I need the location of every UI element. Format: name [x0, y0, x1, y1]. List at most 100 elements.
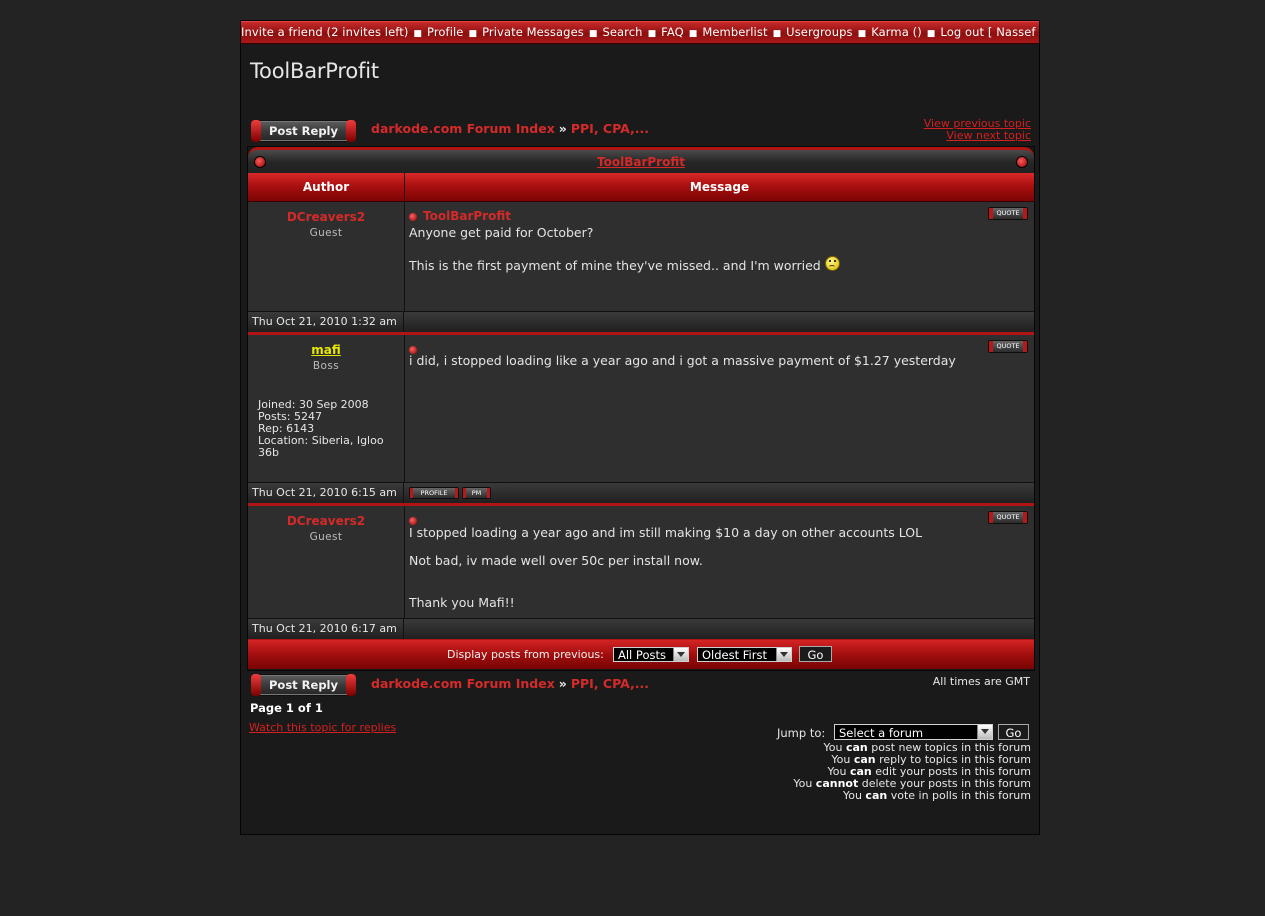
author-rank: Guest: [309, 531, 343, 543]
profile-button[interactable]: PROFILE: [409, 487, 459, 499]
breadcrumb-separator: »: [558, 121, 567, 136]
quote-button[interactable]: QUOTE: [988, 511, 1028, 524]
nav-separator: ■: [647, 29, 657, 39]
nav-faq-link[interactable]: FAQ: [661, 25, 684, 39]
post-date: Thu Oct 21, 2010 1:32 am: [248, 312, 404, 332]
post-footer: Thu Oct 21, 2010 1:32 am: [248, 311, 1034, 335]
chevron-down-icon: [673, 648, 688, 661]
post-reply-button-bottom[interactable]: Post Reply: [251, 674, 356, 696]
table-topic-title-link[interactable]: ToolBarProfit: [248, 155, 1034, 169]
nav-separator: ■: [857, 29, 867, 39]
sad-smiley-icon: [824, 256, 840, 271]
nav-private-messages-link[interactable]: Private Messages: [482, 25, 584, 39]
author-rank: Boss: [312, 360, 340, 372]
quote-button[interactable]: QUOTE: [988, 207, 1028, 220]
post-body: I stopped loading a year ago and im stil…: [409, 526, 922, 610]
post-subject: ToolBarProfit: [409, 209, 511, 223]
pm-button[interactable]: PM: [462, 487, 491, 499]
breadcrumb-forum-index-link[interactable]: darkode.com Forum Index: [371, 121, 555, 136]
nav-separator: ■: [688, 29, 698, 39]
chevron-down-icon: [977, 725, 992, 739]
post-body: Anyone get paid for October? This is the…: [409, 226, 840, 273]
author-column-header: Author: [248, 173, 405, 202]
breadcrumb-category-link[interactable]: PPI, CPA,...: [571, 121, 649, 136]
nav-usergroups-link[interactable]: Usergroups: [786, 25, 852, 39]
breadcrumb-bottom: darkode.com Forum Index» PPI, CPA,...: [371, 676, 649, 691]
jump-forum-value: Select a forum: [839, 726, 924, 740]
nav-separator: ■: [468, 29, 478, 39]
message-cell: ToolBarProfit QUOTE Anyone get paid for …: [405, 202, 1034, 311]
post-reply-button[interactable]: Post Reply: [251, 120, 356, 142]
nav-separator: ■: [772, 29, 782, 39]
watch-topic-link[interactable]: Watch this topic for replies: [249, 721, 396, 734]
author-cell: mafi Boss Joined: 30 Sep 2008 Posts: 524…: [248, 335, 405, 482]
message-cell: QUOTE i did, i stopped loading like a ye…: [405, 335, 1034, 482]
display-label: Display posts from previous:: [447, 648, 604, 661]
nav-invite-link[interactable]: Invite a friend (2 invites left): [241, 25, 408, 39]
post-date: Thu Oct 21, 2010 6:17 am: [248, 619, 404, 639]
jump-to-label: Jump to:: [777, 726, 826, 740]
author-name-link[interactable]: mafi: [248, 343, 404, 357]
breadcrumb: darkode.com Forum Index» PPI, CPA,...: [371, 121, 649, 136]
author-cell: DCreavers2 Guest: [248, 506, 405, 618]
forum-permissions: You can post new topics in this forum Yo…: [793, 742, 1031, 802]
post-body: i did, i stopped loading like a year ago…: [409, 354, 956, 368]
post-row: DCreavers2 Guest QUOTE I stopped loading…: [248, 506, 1034, 618]
sort-order-select[interactable]: Oldest First: [697, 647, 792, 662]
posts-table: ToolBarProfit Author Message DCreavers2 …: [247, 146, 1035, 671]
post-text: This is the first payment of mine they'v…: [409, 258, 821, 273]
jump-go-button[interactable]: Go: [998, 724, 1029, 740]
post-footer: Thu Oct 21, 2010 6:15 am PROFILE PM: [248, 482, 1034, 506]
post-text: i did, i stopped loading like a year ago…: [409, 353, 956, 368]
nav-search-link[interactable]: Search: [602, 25, 642, 39]
nav-separator: ■: [926, 29, 936, 39]
topic-navigation: View previous topic View next topic: [924, 118, 1031, 142]
table-header: ToolBarProfit: [248, 147, 1034, 176]
permission-line: You can vote in polls in this forum: [793, 790, 1031, 802]
top-navigation: Invite a friend (2 invites left) ■ Profile…: [241, 21, 1039, 44]
author-name-link[interactable]: DCreavers2: [248, 514, 404, 528]
author-cell: DCreavers2 Guest: [248, 202, 405, 311]
author-location: Location: Siberia, Igloo 36b: [258, 434, 384, 459]
permission-text: vote in polls in this forum: [887, 789, 1031, 802]
sort-order-value: Oldest First: [702, 648, 767, 662]
author-rank: Guest: [309, 227, 343, 239]
timezone-note: All times are GMT: [932, 675, 1030, 688]
nav-memberlist-link[interactable]: Memberlist: [702, 25, 767, 39]
permission-text: You: [842, 789, 866, 802]
display-options-bar: Display posts from previous: All Posts O…: [248, 640, 1034, 669]
message-cell: QUOTE I stopped loading a year ago and i…: [405, 506, 1034, 618]
permission-flag: can: [865, 789, 888, 802]
post-subject-text: ToolBarProfit: [423, 209, 511, 223]
nav-separator: ■: [588, 29, 598, 39]
nav-profile-link[interactable]: Profile: [427, 25, 463, 39]
breadcrumb-separator: »: [558, 676, 567, 691]
nav-separator: ■: [413, 29, 423, 39]
post-text: Not bad, iv made well over 50c per insta…: [409, 553, 703, 568]
post-row: mafi Boss Joined: 30 Sep 2008 Posts: 524…: [248, 335, 1034, 482]
post-text: I stopped loading a year ago and im stil…: [409, 525, 923, 540]
page-info: Page 1 of 1: [250, 701, 323, 715]
author-name-link[interactable]: DCreavers2: [248, 210, 404, 224]
jump-forum-select[interactable]: Select a forum: [834, 724, 993, 740]
quote-button[interactable]: QUOTE: [988, 340, 1028, 353]
post-text: Anyone get paid for October?: [409, 225, 594, 240]
chevron-down-icon: [776, 648, 791, 661]
post-footer: Thu Oct 21, 2010 6:17 am: [248, 618, 1034, 642]
nav-logout-link[interactable]: Log out [ Nassef ]: [940, 25, 1039, 39]
page-container: Invite a friend (2 invites left) ■ Profile…: [240, 20, 1040, 835]
breadcrumb-forum-index-link[interactable]: darkode.com Forum Index: [371, 676, 555, 691]
next-topic-link[interactable]: View next topic: [924, 130, 1031, 142]
post-row: DCreavers2 Guest ToolBarProfit QUOTE Any…: [248, 202, 1034, 311]
nav-karma-link[interactable]: Karma (): [871, 25, 922, 39]
post-marker-icon: [409, 516, 417, 525]
permission-text: You: [793, 777, 816, 790]
breadcrumb-category-link[interactable]: PPI, CPA,...: [571, 676, 649, 691]
author-info: Joined: 30 Sep 2008 Posts: 5247 Rep: 614…: [258, 399, 398, 459]
post-text: Thank you Mafi!!: [409, 595, 515, 610]
display-go-button[interactable]: Go: [799, 646, 832, 662]
post-marker-icon: [409, 212, 417, 221]
page-title: ToolBarProfit: [250, 59, 379, 83]
message-column-header: Message: [405, 173, 1034, 202]
posts-period-select[interactable]: All Posts: [613, 647, 689, 662]
